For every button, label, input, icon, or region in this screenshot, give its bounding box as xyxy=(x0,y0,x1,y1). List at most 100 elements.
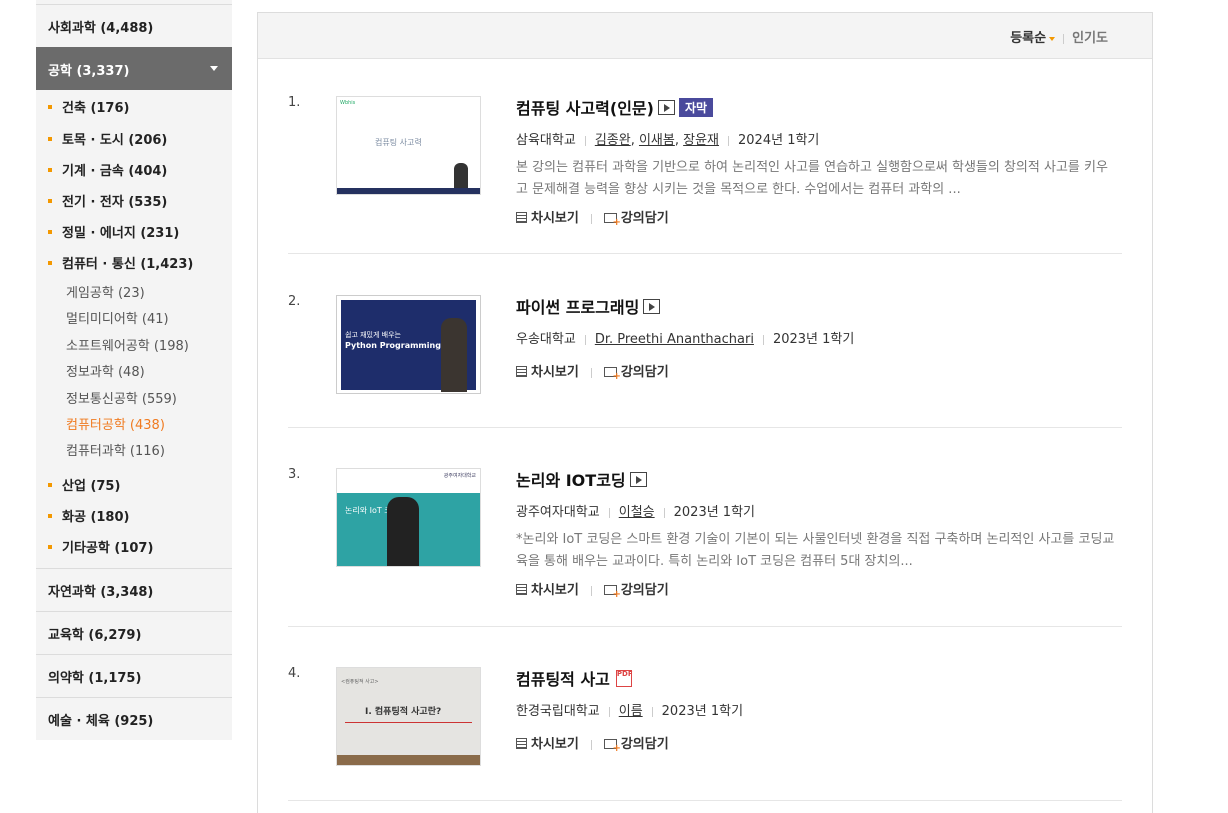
subcategory-precision[interactable]: 정밀 · 에너지 (231) xyxy=(48,222,179,241)
course-info: 컴퓨팅 사고력(인문) 자막 삼육대학교 김종완, 이새봄, 장윤재 2024년 1학… xyxy=(516,95,1126,228)
video-icon xyxy=(629,472,647,487)
subcategory-other-eng[interactable]: 기타공학 (107) xyxy=(48,537,153,556)
category-engineering-active[interactable]: 공학 (3,337) xyxy=(36,47,232,90)
category-social-science[interactable]: 사회과학 (4,488) xyxy=(48,17,153,36)
thumbnail-title: 컴퓨팅 사고력 xyxy=(375,138,422,147)
save-course-button[interactable]: 강의담기 xyxy=(603,583,669,600)
course-meta: 한경국립대학교 이름 2023년 1학기 xyxy=(516,700,1126,719)
subsub-info-science[interactable]: 정보과학 (48) xyxy=(66,361,145,380)
professor-link[interactable]: Dr. Preethi Ananthachari xyxy=(595,332,754,347)
save-course-button[interactable]: 강의담기 xyxy=(603,365,669,382)
category-natural-science[interactable]: 자연과학 (3,348) xyxy=(48,581,153,600)
sort-options: 등록순 인기도 xyxy=(1010,27,1108,46)
bullet-icon xyxy=(48,198,52,203)
course-actions: 차시보기 강의담기 xyxy=(516,733,1126,754)
course-thumbnail[interactable]: Wbhis 컴퓨팅 사고력 xyxy=(336,96,481,195)
subsub-multimedia[interactable]: 멀티미디어학 (41) xyxy=(66,308,169,327)
subcategory-mechanical[interactable]: 기계 · 금속 (404) xyxy=(48,160,167,179)
divider xyxy=(288,800,1122,801)
school-logo: 광주여자대학교 xyxy=(443,473,476,479)
subsub-software[interactable]: 소프트웨어공학 (198) xyxy=(66,335,189,354)
subtitle-badge: 자막 xyxy=(678,98,714,117)
school-name: 광주여자대학교 xyxy=(516,505,600,520)
term: 2024년 1학기 xyxy=(738,133,820,148)
professor-link[interactable]: 장윤재 xyxy=(683,133,719,148)
divider xyxy=(345,722,472,723)
divider xyxy=(36,697,232,698)
course-info: 논리와 IOT코딩 광주여자대학교 이철승 2023년 1학기 *논리와 IoT 코… xyxy=(516,467,1126,600)
divider xyxy=(288,253,1122,254)
course-meta: 광주여자대학교 이철승 2023년 1학기 xyxy=(516,501,1126,520)
school-name: 한경국립대학교 xyxy=(516,704,600,719)
subcategory-electrical[interactable]: 전기 · 전자 (535) xyxy=(48,191,167,210)
save-course-button[interactable]: 강의담기 xyxy=(603,737,669,754)
school-name: 삼육대학교 xyxy=(516,133,576,148)
thumbnail-caption: <컴퓨팅적 사고> xyxy=(341,679,379,685)
course-title[interactable]: 컴퓨팅적 사고 PDF xyxy=(516,666,1126,690)
course-thumbnail[interactable]: <컴퓨팅적 사고> I. 컴퓨팅적 사고란? xyxy=(336,667,481,766)
bullet-icon xyxy=(48,260,52,265)
bullet-icon xyxy=(48,104,52,109)
course-title[interactable]: 논리와 IOT코딩 xyxy=(516,467,1126,491)
divider xyxy=(36,654,232,655)
divider xyxy=(36,4,232,5)
subsub-computer-science[interactable]: 컴퓨터과학 (116) xyxy=(66,440,165,459)
divider xyxy=(288,427,1122,428)
divider xyxy=(1063,33,1065,44)
subcategory-architecture[interactable]: 건축 (176) xyxy=(48,97,129,116)
save-course-button[interactable]: 강의담기 xyxy=(603,211,669,228)
term: 2023년 1학기 xyxy=(673,505,755,520)
course-actions: 차시보기 강의담기 xyxy=(516,361,1126,382)
view-lectures-button[interactable]: 차시보기 xyxy=(516,583,579,598)
subcategory-chemical[interactable]: 화공 (180) xyxy=(48,506,129,525)
course-title[interactable]: 파이썬 프로그래밍 xyxy=(516,294,1126,318)
course-actions: 차시보기 강의담기 xyxy=(516,207,1126,228)
course-actions: 차시보기 강의담기 xyxy=(516,579,1126,600)
subsub-game[interactable]: 게임공학 (23) xyxy=(66,282,145,301)
subcategory-civil[interactable]: 토목 · 도시 (206) xyxy=(48,129,167,148)
list-icon xyxy=(516,584,527,595)
view-lectures-button[interactable]: 차시보기 xyxy=(516,365,579,380)
sort-by-popularity[interactable]: 인기도 xyxy=(1072,31,1108,46)
item-number: 1. xyxy=(288,95,301,110)
bullet-icon xyxy=(48,544,52,549)
caption-bar xyxy=(337,188,480,194)
view-lectures-button[interactable]: 차시보기 xyxy=(516,211,579,226)
course-meta: 우송대학교 Dr. Preethi Ananthachari 2023년 1학기 xyxy=(516,328,1126,347)
subsub-computer-eng-active[interactable]: 컴퓨터공학 (438) xyxy=(66,414,165,433)
subcategory-industrial[interactable]: 산업 (75) xyxy=(48,475,120,494)
professor-link[interactable]: 김종완 xyxy=(595,133,631,148)
course-list-panel: 등록순 인기도 1. Wbhis 컴퓨팅 사고력 컴퓨팅 사고력(인문) 자막 삼육… xyxy=(257,12,1153,813)
divider xyxy=(36,611,232,612)
pdf-icon: PDF xyxy=(615,670,633,687)
bullet-icon xyxy=(48,513,52,518)
professor-link[interactable]: 이름 xyxy=(619,704,643,719)
subsub-info-comm[interactable]: 정보통신공학 (559) xyxy=(66,388,177,407)
course-item: 1. Wbhis 컴퓨팅 사고력 컴퓨팅 사고력(인문) 자막 삼육대학교 김종완,… xyxy=(288,95,1122,228)
professor-link[interactable]: 이철승 xyxy=(619,505,655,520)
category-medicine[interactable]: 의약학 (1,175) xyxy=(48,667,141,686)
video-icon xyxy=(657,100,675,115)
folder-add-icon xyxy=(603,738,621,754)
subcategory-computer[interactable]: 컴퓨터 · 통신 (1,423) xyxy=(48,253,193,272)
category-education[interactable]: 교육학 (6,279) xyxy=(48,624,141,643)
lecturer-image xyxy=(441,318,467,392)
folder-add-icon xyxy=(603,212,621,228)
school-name: 우송대학교 xyxy=(516,332,576,347)
course-thumbnail[interactable]: 광주여자대학교 논리와 IoT 코딩 xyxy=(336,468,481,567)
sort-by-date[interactable]: 등록순 xyxy=(1010,31,1056,46)
divider xyxy=(288,626,1122,627)
item-number: 2. xyxy=(288,294,301,309)
folder-add-icon xyxy=(603,366,621,382)
course-thumbnail[interactable]: 쉽고 재밌게 배우는 Python Programming xyxy=(336,295,481,394)
course-title[interactable]: 컴퓨팅 사고력(인문) 자막 xyxy=(516,95,1126,119)
bullet-icon xyxy=(48,136,52,141)
professor-link[interactable]: 이새봄 xyxy=(639,133,675,148)
thumbnail-title: I. 컴퓨팅적 사고란? xyxy=(365,707,442,717)
divider xyxy=(36,568,232,569)
term: 2023년 1학기 xyxy=(661,704,744,719)
bullet-icon xyxy=(48,482,52,487)
category-arts-sports[interactable]: 예술 · 체육 (925) xyxy=(48,710,153,729)
course-info: 컴퓨팅적 사고PDF 한경국립대학교 이름 2023년 1학기 차시보기 강의담기 xyxy=(516,666,1126,754)
view-lectures-button[interactable]: 차시보기 xyxy=(516,737,579,752)
